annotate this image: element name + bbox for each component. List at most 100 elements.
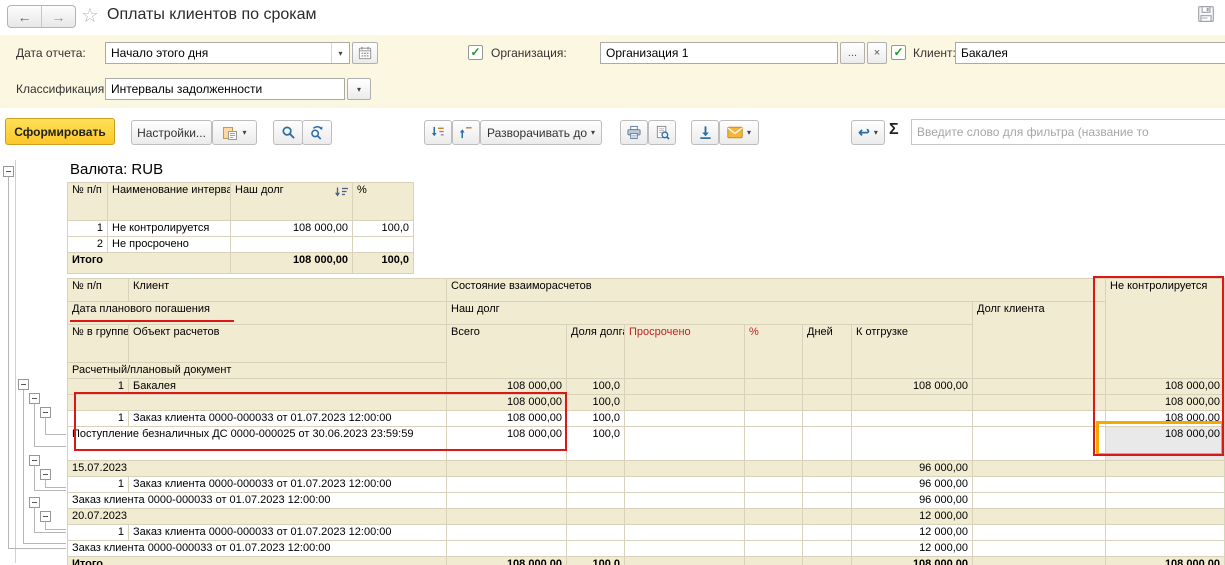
cell[interactable]: [446, 524, 567, 541]
report-variant-button[interactable]: ▾: [212, 120, 257, 145]
cell[interactable]: Заказ клиента 0000-000033 от 01.07.2023 …: [67, 492, 447, 509]
cell[interactable]: [624, 508, 745, 525]
cell[interactable]: [972, 378, 1106, 395]
cell[interactable]: [446, 540, 567, 557]
tree-collapse-box[interactable]: [18, 379, 29, 390]
cell[interactable]: [1105, 508, 1225, 525]
cell[interactable]: [972, 394, 1106, 411]
selected-cell[interactable]: 108 000,00: [1105, 426, 1225, 461]
cell[interactable]: 1: [67, 220, 108, 237]
generate-button[interactable]: Сформировать: [5, 118, 115, 145]
print-preview-button[interactable]: [648, 120, 676, 145]
cell[interactable]: [972, 556, 1106, 565]
cell[interactable]: [744, 492, 803, 509]
cell[interactable]: Заказ клиента 0000-000033 от 01.07.2023 …: [128, 524, 447, 541]
cell[interactable]: [972, 492, 1106, 509]
cell[interactable]: 1: [67, 524, 129, 541]
classification-dropdown-button[interactable]: ▾: [347, 78, 371, 100]
organization-checkbox[interactable]: ✓: [468, 45, 483, 60]
cell[interactable]: [624, 492, 745, 509]
undo-button[interactable]: ↩ ▾: [851, 120, 885, 145]
cell[interactable]: [802, 460, 852, 477]
cell[interactable]: [802, 394, 852, 411]
report-date-field[interactable]: Начало этого дня ▾: [105, 42, 350, 64]
cell[interactable]: [352, 236, 414, 253]
cell[interactable]: 96 000,00: [851, 492, 973, 509]
cell[interactable]: [972, 540, 1106, 557]
organization-more-button[interactable]: ...: [840, 42, 865, 64]
cell[interactable]: [230, 236, 353, 253]
cell[interactable]: [744, 476, 803, 493]
cell[interactable]: 100,0: [566, 410, 625, 427]
cell[interactable]: Не контролируется: [107, 220, 231, 237]
cell[interactable]: Не просрочено: [107, 236, 231, 253]
client-field[interactable]: Бакалея: [955, 42, 1225, 64]
cell[interactable]: 12 000,00: [851, 540, 973, 557]
cell[interactable]: [744, 426, 803, 461]
cell[interactable]: [1105, 460, 1225, 477]
cell[interactable]: 96 000,00: [851, 476, 973, 493]
tree-collapse-box[interactable]: [29, 497, 40, 508]
cell[interactable]: 108 000,00: [1105, 410, 1225, 427]
cell[interactable]: [624, 410, 745, 427]
cell[interactable]: [744, 394, 803, 411]
cell[interactable]: [67, 394, 447, 411]
cell[interactable]: [566, 508, 625, 525]
cell[interactable]: 100,0: [566, 426, 625, 461]
tree-collapse-box[interactable]: [29, 455, 40, 466]
cell[interactable]: [1105, 524, 1225, 541]
sum-button[interactable]: Σ: [889, 121, 899, 139]
total-cell[interactable]: 108 000,00: [851, 556, 973, 565]
cell[interactable]: [744, 540, 803, 557]
cell[interactable]: [624, 426, 745, 461]
cell[interactable]: [972, 476, 1106, 493]
cell[interactable]: [802, 492, 852, 509]
cell[interactable]: [802, 508, 852, 525]
cell[interactable]: [446, 508, 567, 525]
cell[interactable]: [851, 394, 973, 411]
cell[interactable]: [624, 556, 745, 565]
tree-collapse-box[interactable]: [3, 166, 14, 177]
cell[interactable]: 2: [67, 236, 108, 253]
expand-all-button[interactable]: [424, 120, 452, 145]
cell[interactable]: [851, 426, 973, 461]
sort-descending-icon[interactable]: [334, 187, 349, 201]
cell[interactable]: 96 000,00: [851, 460, 973, 477]
cell[interactable]: Бакалея: [128, 378, 447, 395]
organization-field[interactable]: Организация 1: [600, 42, 838, 64]
tree-collapse-box[interactable]: [40, 469, 51, 480]
cell[interactable]: [1105, 476, 1225, 493]
total-cell[interactable]: 108 000,00: [446, 556, 567, 565]
cell[interactable]: [624, 378, 745, 395]
cell[interactable]: [744, 460, 803, 477]
total-cell[interactable]: 108 000,00: [1105, 556, 1225, 565]
cell[interactable]: 1: [67, 410, 129, 427]
cell[interactable]: [446, 460, 567, 477]
cell[interactable]: 108 000,00: [230, 220, 353, 237]
cell[interactable]: 20.07.2023: [67, 508, 447, 525]
cell[interactable]: 100,0: [566, 378, 625, 395]
cell[interactable]: 108 000,00: [446, 410, 567, 427]
back-button[interactable]: ←: [8, 6, 41, 27]
cell[interactable]: [802, 540, 852, 557]
filter-word-input[interactable]: [911, 119, 1225, 145]
cell[interactable]: Заказ клиента 0000-000033 от 01.07.2023 …: [128, 476, 447, 493]
cell[interactable]: 108 000,00: [851, 378, 973, 395]
cell[interactable]: [972, 508, 1106, 525]
total-cell[interactable]: 108 000,00: [230, 252, 353, 274]
cell[interactable]: [802, 426, 852, 461]
save-file-button[interactable]: [691, 120, 719, 145]
cell[interactable]: [624, 460, 745, 477]
cell[interactable]: [744, 524, 803, 541]
cell[interactable]: [744, 410, 803, 427]
cell[interactable]: [566, 524, 625, 541]
cell[interactable]: [802, 476, 852, 493]
total-cell[interactable]: 100,0: [352, 252, 414, 274]
cell[interactable]: [972, 460, 1106, 477]
tree-collapse-box[interactable]: [40, 407, 51, 418]
cell[interactable]: 108 000,00: [446, 394, 567, 411]
cell[interactable]: [624, 476, 745, 493]
cell[interactable]: [1105, 492, 1225, 509]
cell[interactable]: [1105, 540, 1225, 557]
cell[interactable]: [624, 540, 745, 557]
